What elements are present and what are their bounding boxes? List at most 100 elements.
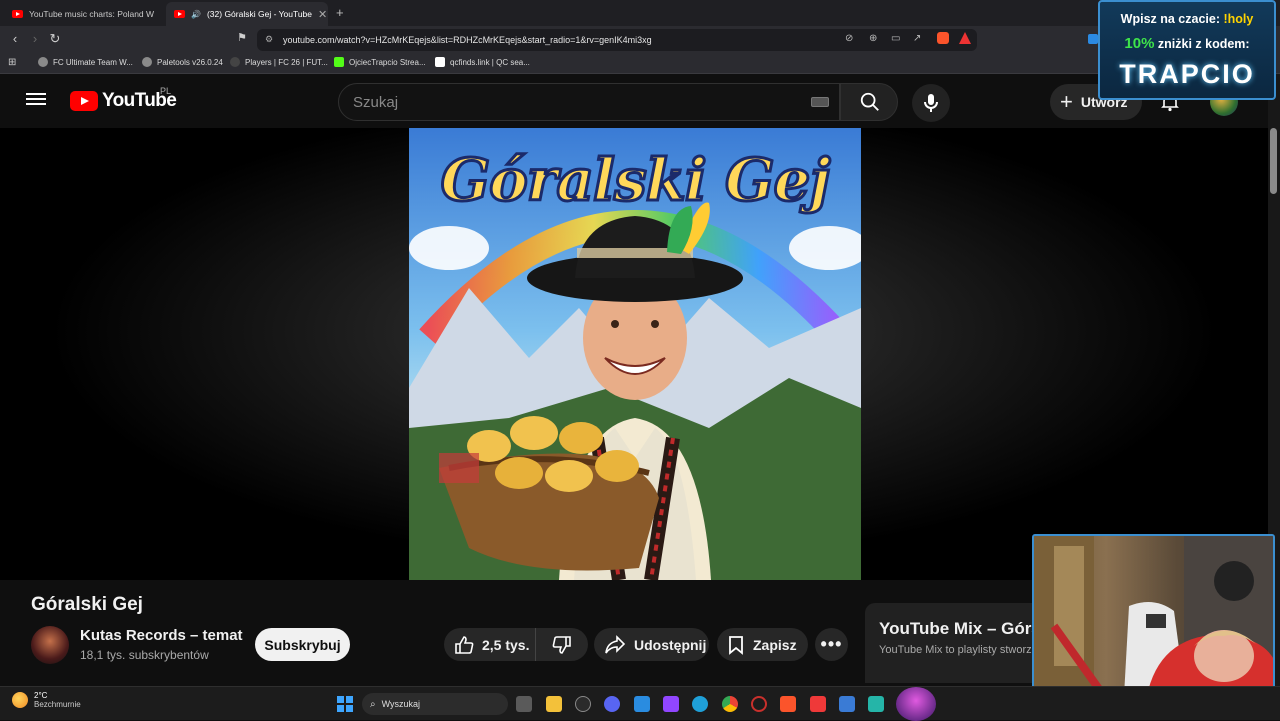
microphone-icon — [924, 94, 938, 112]
promo-line-2: 10% zniżki z kodem: — [1100, 35, 1274, 52]
url-text: youtube.com/watch?v=HZcMrKEqejs&list=RDH… — [283, 35, 652, 45]
chrome-icon[interactable] — [722, 696, 738, 712]
close-tab-icon[interactable]: ✕ — [318, 8, 327, 21]
channel-avatar[interactable] — [31, 626, 69, 664]
plus-icon: + — [1060, 89, 1073, 114]
bookmark-label: Players | FC 26 | FUT... — [245, 57, 328, 67]
tab-goralski-gej[interactable]: 🔊 (32) Góralski Gej - YouTube ✕ — [166, 2, 328, 26]
channel-name[interactable]: Kutas Records – temat — [80, 627, 243, 644]
speaker-icon: 🔊 — [191, 9, 201, 19]
bookmark-fc-ultimate[interactable]: FC Ultimate Team W... — [38, 57, 133, 67]
more-dots-icon: ••• — [820, 634, 843, 654]
share-label: Udostępnij — [634, 636, 707, 653]
voice-search-button[interactable] — [912, 84, 950, 122]
brave-rewards-icon[interactable] — [959, 32, 971, 44]
forward-icon[interactable]: › — [26, 31, 44, 46]
opera-icon[interactable] — [751, 696, 767, 712]
taskbar-search-icon: ⌕ — [370, 698, 376, 710]
video-title: Góralski Gej — [31, 594, 143, 615]
region-code: PL — [160, 86, 172, 96]
bookmark-qcfinds[interactable]: qcfinds.link | QC sea... — [435, 57, 530, 67]
qcfinds-icon — [435, 57, 445, 67]
share-button[interactable]: Udostępnij — [594, 628, 709, 661]
bookmark-label: OjciecTrapcio Strea... — [349, 57, 426, 67]
share-icon — [605, 634, 626, 653]
task-view-icon[interactable] — [516, 696, 532, 712]
tab-title: YouTube music charts: Poland Week... — [29, 9, 154, 19]
apps-grid-icon[interactable]: ⊞ — [8, 57, 16, 68]
video-player[interactable]: Góralski Gej — [0, 128, 1268, 580]
subscribe-button[interactable]: Subskrybuj — [255, 628, 350, 661]
edge-icon[interactable] — [692, 696, 708, 712]
app-icon[interactable] — [868, 696, 884, 712]
youtube-favicon-icon — [174, 10, 185, 18]
media-app-icon[interactable] — [663, 696, 679, 712]
bookmark-save-icon — [729, 635, 743, 655]
windows-taskbar: 2°C Bezchmurnie ⌕ Wyszukaj — [0, 686, 1280, 721]
bookmark-label: Paletools v26.0.24 — [157, 57, 223, 67]
thumbnail-title-text: Góralski Gej — [439, 145, 832, 216]
youtube-favicon-icon — [12, 10, 23, 18]
mix-title: YouTube Mix – Góralski Gej — [879, 619, 1035, 638]
reload-icon[interactable]: ↻ — [46, 31, 64, 47]
discord-icon[interactable] — [604, 696, 620, 712]
keyboard-icon[interactable] — [811, 97, 829, 107]
brave-icon[interactable] — [780, 696, 796, 712]
scrollbar-thumb[interactable] — [1270, 128, 1277, 194]
cast-icon[interactable]: ▭ — [891, 33, 900, 44]
bookmark-players-fc26[interactable]: Players | FC 26 | FUT... — [230, 57, 328, 67]
promo-code: TRAPCIO — [1119, 59, 1255, 89]
zoom-icon[interactable]: ⊕ — [869, 33, 877, 44]
tab-youtube-charts[interactable]: YouTube music charts: Poland Week... — [4, 2, 162, 26]
taskbar-search[interactable]: ⌕ Wyszukaj — [362, 693, 508, 715]
dislike-button[interactable] — [536, 628, 588, 661]
new-tab-button[interactable]: + — [336, 5, 344, 20]
address-bar[interactable]: ⚙ youtube.com/watch?v=HZcMrKEqejs&list=R… — [257, 29, 977, 51]
save-button[interactable]: Zapisz — [717, 628, 808, 661]
search-button[interactable] — [840, 83, 898, 121]
thumbs-up-icon — [455, 635, 474, 654]
weather-description: Bezchmurnie — [34, 700, 81, 709]
brave-shield-icon[interactable] — [937, 32, 949, 44]
youtube-play-icon — [70, 91, 98, 111]
obs-icon[interactable] — [575, 696, 591, 712]
bookmark-icon[interactable]: ⚑ — [233, 31, 251, 44]
tracking-off-icon[interactable]: ⊘ — [845, 33, 853, 44]
weather-temperature: 2°C — [34, 691, 48, 700]
youtube-header: YouTube PL + Utwórz — [0, 74, 1280, 128]
like-button[interactable]: 2,5 tys. — [444, 628, 536, 661]
promo-command: !holy — [1223, 12, 1254, 26]
mascot-icon[interactable] — [896, 687, 936, 721]
weather-sun-icon — [12, 692, 28, 708]
bookmarks-bar: ⊞ FC Ultimate Team W... Paletools v26.0.… — [0, 54, 1280, 74]
vivaldi-icon[interactable] — [810, 696, 826, 712]
back-icon[interactable]: ‹ — [6, 31, 24, 46]
thumbs-down-icon — [552, 635, 571, 654]
vscode-icon[interactable] — [634, 696, 650, 712]
browser-tab-bar: YouTube music charts: Poland Week... 🔊 (… — [0, 0, 1280, 26]
futbin-icon — [230, 57, 240, 67]
share-page-icon[interactable]: ↗ — [913, 33, 921, 44]
weather-widget[interactable]: 2°C Bezchmurnie — [12, 691, 81, 709]
youtube-mix-panel[interactable]: YouTube Mix – Góralski Gej YouTube Mix t… — [865, 603, 1035, 683]
search-input[interactable] — [353, 84, 793, 120]
like-dislike-group: 2,5 tys. — [444, 628, 588, 661]
promo-prefix: Wpisz na czacie: — [1120, 12, 1220, 26]
file-explorer-icon[interactable] — [546, 696, 562, 712]
photos-icon[interactable] — [839, 696, 855, 712]
globe-icon — [38, 57, 48, 67]
more-actions-button[interactable]: ••• — [815, 628, 848, 661]
save-label: Zapisz — [753, 636, 797, 653]
browser-toolbar: ‹ › ↻ ⚑ ⚙ youtube.com/watch?v=HZcMrKEqej… — [0, 26, 1280, 54]
promo-suffix: zniżki z kodem: — [1157, 37, 1250, 51]
kick-icon — [334, 57, 344, 67]
bookmark-label: FC Ultimate Team W... — [53, 57, 133, 67]
windows-start-icon[interactable] — [337, 696, 353, 712]
menu-icon[interactable] — [26, 90, 46, 108]
extension-icon[interactable] — [1088, 34, 1098, 44]
like-count: 2,5 tys. — [482, 636, 530, 653]
site-settings-icon[interactable]: ⚙ — [265, 34, 273, 45]
bookmark-ojciectrapcio[interactable]: OjciecTrapcio Strea... — [334, 57, 426, 67]
bookmark-paletools[interactable]: Paletools v26.0.24 — [142, 57, 223, 67]
globe-icon — [142, 57, 152, 67]
